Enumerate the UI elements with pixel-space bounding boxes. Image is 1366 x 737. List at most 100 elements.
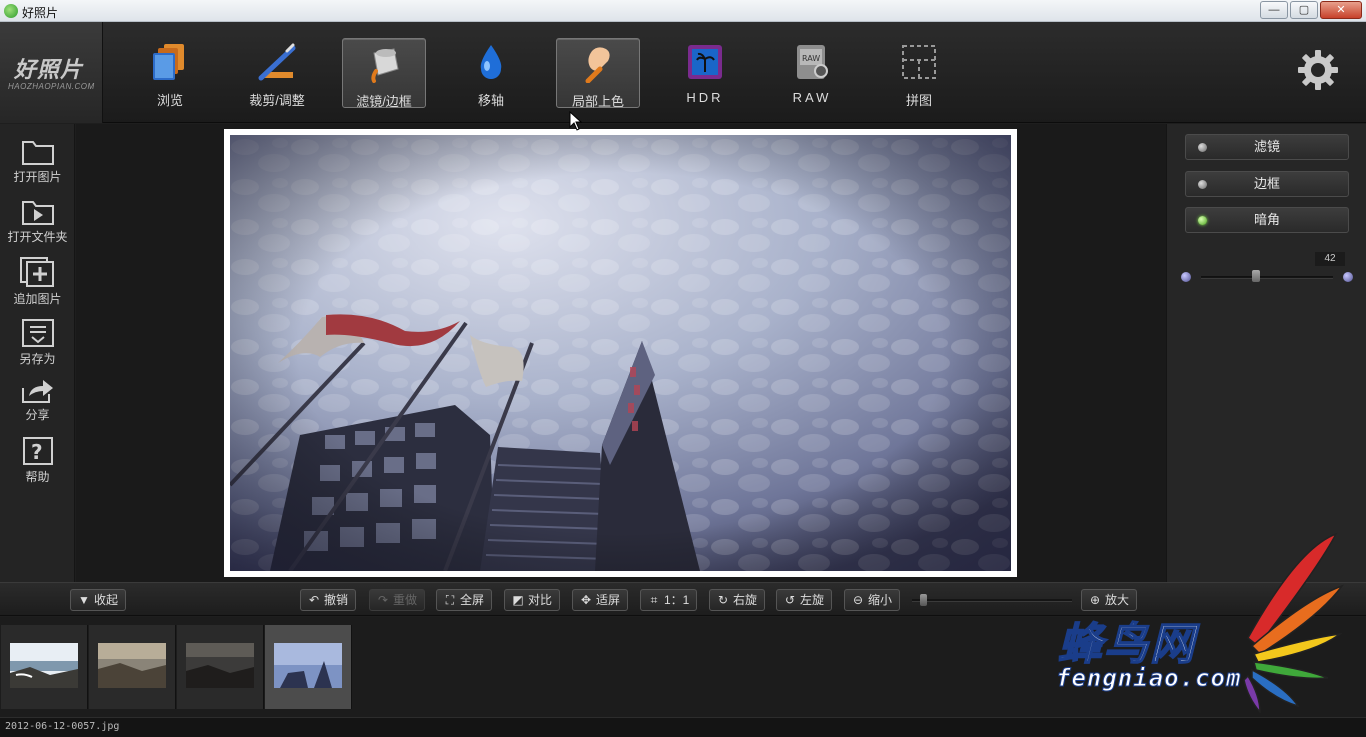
tool-label: 局部上色 bbox=[571, 94, 624, 109]
undo-button[interactable]: ↶ 撤销 bbox=[300, 589, 357, 611]
slider-min-icon bbox=[1181, 272, 1191, 282]
sidebar-item-help[interactable]: ? 帮助 bbox=[0, 436, 75, 485]
close-button[interactable]: ✕ bbox=[1320, 1, 1362, 19]
rotate-left-label: 左旋 bbox=[800, 593, 825, 607]
collapse-button[interactable]: ▼ 收起 bbox=[70, 589, 127, 611]
maximize-button[interactable]: ▢ bbox=[1290, 1, 1318, 19]
fit-icon: ✥ bbox=[580, 593, 592, 607]
app-logo: 好照片 HAOZHAOPIAN.COM bbox=[0, 22, 103, 123]
tool-browse[interactable]: 浏览 bbox=[128, 38, 212, 108]
tool-collage[interactable]: 拼图 bbox=[877, 38, 961, 108]
edited-photo[interactable] bbox=[228, 135, 1011, 573]
window-controls: — ▢ ✕ bbox=[1260, 1, 1362, 19]
minimize-button[interactable]: — bbox=[1260, 1, 1288, 19]
slider-thumb[interactable] bbox=[1252, 270, 1261, 282]
tool-label: 拼图 bbox=[905, 93, 932, 108]
raw-icon: RAW bbox=[797, 45, 828, 79]
filter-button-label: 滤镜 bbox=[1253, 139, 1280, 154]
svg-text:RAW: RAW bbox=[802, 54, 820, 63]
tool-label: 裁剪/调整 bbox=[249, 93, 305, 108]
tool-label: HDR bbox=[686, 90, 724, 105]
frame-button[interactable]: 边框 bbox=[1185, 171, 1349, 197]
redo-icon: ↷ bbox=[377, 593, 389, 607]
collapse-label: 收起 bbox=[94, 593, 119, 607]
gear-icon[interactable] bbox=[1296, 48, 1340, 92]
thumbnail-image bbox=[274, 643, 342, 688]
compare-button[interactable]: ◩ 对比 bbox=[504, 589, 561, 611]
redo-button[interactable]: ↷ 重做 bbox=[369, 589, 426, 611]
tool-filter-frame[interactable]: 滤镜/边框 bbox=[342, 38, 426, 109]
image-canvas bbox=[76, 124, 1166, 582]
save-as-icon bbox=[21, 319, 54, 347]
filmstrip bbox=[0, 617, 1366, 717]
actual-size-button[interactable]: ⌗ 1：1 bbox=[640, 589, 698, 611]
bottom-toolbar: ▼ 收起 ↶ 撤销 ↷ 重做 ⛶ 全屏 ◩ 对比 ✥ 适屏 ⌗ 1：1 ↻ 右旋 ↺ 左旋 ⊖ 缩小… bbox=[0, 582, 1366, 616]
undo-label: 撤销 bbox=[324, 593, 349, 607]
sidebar-item-label: 追加图片 bbox=[13, 292, 62, 306]
thumbnail[interactable] bbox=[1, 625, 88, 709]
sidebar-item-label: 另存为 bbox=[19, 352, 56, 366]
logo-domain: HAOZHAOPIAN.COM bbox=[8, 82, 95, 91]
tool-label: 浏览 bbox=[156, 93, 183, 108]
tool-tilt-shift[interactable]: 移轴 bbox=[449, 38, 533, 108]
compare-label: 对比 bbox=[528, 593, 553, 607]
rotate-right-button[interactable]: ↻ 右旋 bbox=[709, 589, 766, 611]
sidebar-item-label: 打开图片 bbox=[13, 170, 62, 184]
tool-partial-color[interactable]: 局部上色 bbox=[556, 38, 640, 109]
zoom-in-button[interactable]: ⊕ 放大 bbox=[1081, 589, 1138, 611]
fullscreen-label: 全屏 bbox=[460, 593, 485, 607]
sidebar-item-share[interactable]: 分享 bbox=[0, 376, 75, 423]
sidebar-item-open-image[interactable]: 打开图片 bbox=[0, 138, 75, 185]
play-folder-icon bbox=[21, 201, 54, 225]
sidebar-item-save-as[interactable]: 另存为 bbox=[0, 318, 75, 367]
sidebar-item-add-image[interactable]: 追加图片 bbox=[0, 256, 75, 307]
title-bar: 好照片 — ▢ ✕ bbox=[0, 0, 1366, 22]
zoom-slider[interactable] bbox=[912, 594, 1072, 606]
app-window: 好照片 — ▢ ✕ 好照片 HAOZHAOPIAN.COM 浏览 裁剪/调整 滤… bbox=[0, 0, 1366, 737]
vignette-slider[interactable]: 42 bbox=[1179, 252, 1355, 294]
browse-icon bbox=[153, 44, 184, 80]
filter-button[interactable]: 滤镜 bbox=[1185, 134, 1349, 160]
partial-color-icon bbox=[585, 47, 610, 83]
undo-icon: ↶ bbox=[308, 593, 320, 607]
zoom-out-button[interactable]: ⊖ 缩小 bbox=[844, 589, 901, 611]
vignette-value: 42 bbox=[1315, 252, 1345, 266]
zoom-slider-thumb[interactable] bbox=[920, 594, 927, 606]
tool-raw[interactable]: RAW RAW bbox=[770, 38, 854, 108]
triangle-down-icon: ▼ bbox=[78, 593, 90, 607]
thumbnail-image bbox=[10, 643, 78, 688]
slider-max-icon bbox=[1343, 272, 1353, 282]
zoom-in-icon: ⊕ bbox=[1089, 593, 1101, 607]
status-bar: 2012-06-12-0057.jpg bbox=[0, 717, 1366, 737]
zoom-out-label: 缩小 bbox=[868, 593, 893, 607]
app-icon bbox=[4, 4, 18, 18]
filter-frame-icon bbox=[371, 48, 399, 83]
thumbnail[interactable] bbox=[177, 625, 264, 709]
tool-hdr[interactable]: HDR bbox=[663, 38, 747, 108]
slider-track[interactable] bbox=[1201, 276, 1333, 279]
status-led-icon bbox=[1198, 180, 1207, 189]
status-led-icon bbox=[1198, 216, 1207, 225]
main-toolbar: 好照片 HAOZHAOPIAN.COM 浏览 裁剪/调整 滤镜/边框 移轴 局部… bbox=[0, 22, 1366, 123]
hdr-icon bbox=[688, 45, 722, 79]
actual-size-icon: ⌗ bbox=[650, 593, 658, 607]
fullscreen-button[interactable]: ⛶ 全屏 bbox=[436, 589, 493, 611]
redo-label: 重做 bbox=[393, 593, 418, 607]
crop-adjust-icon bbox=[258, 43, 296, 81]
thumbnail-selected[interactable] bbox=[265, 625, 352, 709]
tool-crop-adjust[interactable]: 裁剪/调整 bbox=[235, 38, 319, 108]
rotate-left-button[interactable]: ↺ 左旋 bbox=[776, 589, 833, 611]
fit-label: 适屏 bbox=[596, 593, 621, 607]
sidebar-item-label: 帮助 bbox=[25, 470, 50, 484]
vignette-button[interactable]: 暗角 bbox=[1185, 207, 1349, 233]
thumbnail[interactable] bbox=[89, 625, 176, 709]
fit-screen-button[interactable]: ✥ 适屏 bbox=[572, 589, 629, 611]
actual-size-label: 1：1 bbox=[664, 593, 690, 607]
current-filename: 2012-06-12-0057.jpg bbox=[5, 721, 120, 732]
mouse-cursor-icon bbox=[569, 111, 583, 131]
svg-text:?: ? bbox=[31, 440, 43, 464]
rotate-right-icon: ↻ bbox=[717, 593, 729, 607]
tool-label: 滤镜/边框 bbox=[356, 94, 412, 109]
tool-label: RAW bbox=[792, 90, 832, 105]
sidebar-item-open-folder[interactable]: 打开文件夹 bbox=[0, 198, 75, 245]
